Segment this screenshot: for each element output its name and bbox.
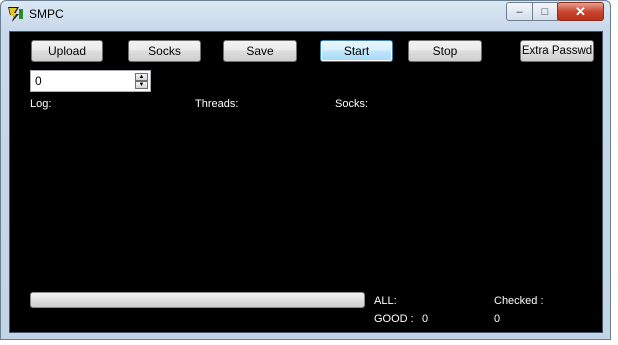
app-window: SMPC – □ ✕ Upload Socks Save Start Stop … <box>0 0 611 340</box>
socks-button[interactable]: Socks <box>128 40 201 62</box>
stop-button[interactable]: Stop <box>408 40 482 62</box>
all-label: ALL: <box>374 295 397 307</box>
start-button[interactable]: Start <box>320 40 393 62</box>
threads-numeric-input[interactable]: 0 ▲ ▼ <box>30 70 151 92</box>
window-title: SMPC <box>29 7 64 21</box>
spin-down-icon[interactable]: ▼ <box>135 81 148 89</box>
extra-passwd-button[interactable]: Extra Passwd <box>520 40 594 62</box>
threads-label: Threads: <box>195 98 239 110</box>
upload-button[interactable]: Upload <box>31 40 103 62</box>
log-label: Log: <box>30 98 52 110</box>
spin-up-icon[interactable]: ▲ <box>135 73 148 81</box>
numeric-value: 0 <box>35 74 42 88</box>
minimize-button[interactable]: – <box>506 2 533 21</box>
title-bar[interactable]: SMPC – □ ✕ <box>1 1 610 30</box>
checked-label: Checked : <box>494 295 544 307</box>
checked-value: 0 <box>494 313 501 325</box>
good-label: GOOD : <box>374 313 414 325</box>
socks-label: Socks: <box>335 98 369 110</box>
spin-buttons: ▲ ▼ <box>135 73 148 89</box>
save-button[interactable]: Save <box>223 40 297 62</box>
good-value: 0 <box>422 313 429 325</box>
app-logo-icon <box>8 7 23 22</box>
client-area: Upload Socks Save Start Stop Extra Passw… <box>9 31 603 333</box>
maximize-button[interactable]: □ <box>532 2 558 21</box>
progress-bar <box>30 292 365 308</box>
close-button[interactable]: ✕ <box>557 2 604 21</box>
